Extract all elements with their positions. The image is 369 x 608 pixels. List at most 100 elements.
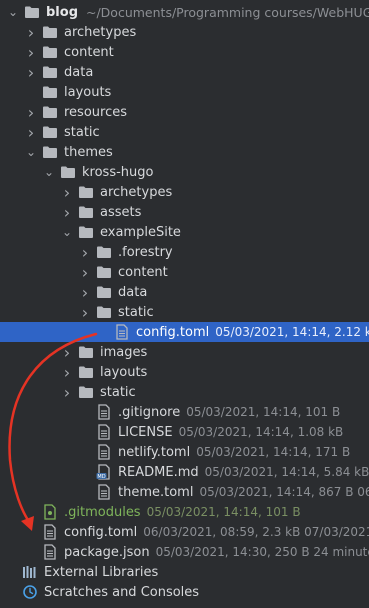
tree-folder-row[interactable]: › archetypes [0, 182, 369, 202]
tree-item-label: static [100, 384, 136, 400]
folder-icon [42, 124, 58, 140]
tree-file-row[interactable]: package.json 05/03/2021, 14:30, 250 B 24 … [0, 542, 369, 562]
tree-folder-row[interactable]: › data [0, 282, 369, 302]
tree-folder-row[interactable]: › content [0, 42, 369, 62]
git-file-icon [42, 504, 58, 520]
tree-file-row[interactable]: .gitmodules 05/03/2021, 14:14, 101 B [0, 502, 369, 522]
scratches-icon [22, 584, 38, 600]
tree-folder-row[interactable]: › images [0, 342, 369, 362]
folder-icon [78, 184, 94, 200]
tree-item-label: static [118, 304, 154, 320]
tree-file-row[interactable]: MD README.md 05/03/2021, 14:14, 5.84 kB 06… [0, 462, 369, 482]
project-tree: ⌄ blog ~/Documents/Programming courses/W… [0, 0, 369, 608]
folder-icon [42, 104, 58, 120]
tree-item-label: data [64, 64, 94, 80]
chevron-down-icon[interactable]: ⌄ [60, 225, 74, 239]
folder-icon [42, 144, 58, 160]
file-icon [96, 424, 112, 440]
tree-folder-row[interactable]: layouts [0, 82, 369, 102]
chevron-right-icon[interactable]: › [78, 263, 92, 282]
chevron-placeholder [24, 525, 38, 539]
chevron-right-icon[interactable]: › [24, 23, 38, 42]
tree-item-label: package.json [64, 544, 150, 560]
chevron-right-icon[interactable]: › [60, 203, 74, 222]
chevron-right-icon[interactable]: › [60, 383, 74, 402]
chevron-right-icon[interactable]: › [24, 43, 38, 62]
folder-icon [78, 384, 94, 400]
tree-item-label: netlify.toml [118, 444, 191, 460]
tree-folder-row[interactable]: › static [0, 302, 369, 322]
tree-file-row[interactable]: config.toml 05/03/2021, 14:14, 2.12 kB 06… [0, 322, 369, 342]
chevron-right-icon[interactable]: › [78, 283, 92, 302]
tree-file-row[interactable]: .gitignore 05/03/2021, 14:14, 101 B [0, 402, 369, 422]
tree-folder-row[interactable]: › archetypes [0, 22, 369, 42]
folder-icon [24, 4, 40, 20]
chevron-right-icon[interactable]: › [78, 303, 92, 322]
tree-item-label: themes [64, 144, 113, 160]
markdown-file-icon: MD [96, 464, 112, 480]
tree-item-label: content [118, 264, 168, 280]
file-icon [42, 544, 58, 560]
tree-item-label: static [64, 124, 100, 140]
chevron-right-icon[interactable]: › [78, 243, 92, 262]
tree-folder-row[interactable]: › layouts [0, 362, 369, 382]
chevron-right-icon[interactable]: › [60, 363, 74, 382]
tree-folder-row[interactable]: › assets [0, 202, 369, 222]
folder-icon [96, 284, 112, 300]
tree-folder-row[interactable]: › resources [0, 102, 369, 122]
tree-item-label: .gitignore [118, 404, 181, 420]
tree-item-label: layouts [100, 364, 148, 380]
folder-icon [78, 204, 94, 220]
tree-item-label: README.md [118, 464, 199, 480]
chevron-down-icon[interactable]: ⌄ [6, 5, 20, 19]
chevron-down-icon[interactable]: ⌄ [42, 165, 56, 179]
folder-icon [42, 24, 58, 40]
folder-icon [60, 164, 76, 180]
file-icon [96, 404, 112, 420]
chevron-placeholder [78, 445, 92, 459]
tree-item-meta: 06/03/2021, 08:59, 2.3 kB 07/03/2021, 08… [143, 525, 369, 539]
tree-item-label: Scratches and Consoles [44, 584, 200, 600]
tree-item-meta: 05/03/2021, 14:30, 250 B 24 minutes ago [155, 545, 369, 559]
tree-folder-row[interactable]: › content [0, 262, 369, 282]
tree-file-row[interactable]: config.toml 06/03/2021, 08:59, 2.3 kB 07/… [0, 522, 369, 542]
folder-icon [96, 244, 112, 260]
tree-item-meta: 05/03/2021, 14:14, 867 B 06/03/2021 [199, 485, 369, 499]
tree-folder-row[interactable]: › .forestry [0, 242, 369, 262]
tree-item-meta: 05/03/2021, 14:14, 101 B [186, 405, 341, 419]
tree-root-row[interactable]: ⌄ blog ~/Documents/Programming courses/W… [0, 2, 369, 22]
tree-item-label: exampleSite [100, 224, 181, 240]
chevron-right-icon[interactable]: › [24, 63, 38, 82]
chevron-right-icon[interactable]: › [24, 103, 38, 122]
chevron-placeholder [24, 85, 38, 99]
folder-icon [78, 224, 94, 240]
tree-file-row[interactable]: LICENSE 05/03/2021, 14:14, 1.08 kB [0, 422, 369, 442]
tree-folder-row[interactable]: ⌄ kross-hugo [0, 162, 369, 182]
tree-item-label: theme.toml [118, 484, 194, 500]
folder-icon [42, 44, 58, 60]
chevron-right-icon[interactable]: › [60, 183, 74, 202]
tree-item-label: images [100, 344, 148, 360]
tree-folder-row[interactable]: ⌄ exampleSite [0, 222, 369, 242]
tree-item-meta: 05/03/2021, 14:14, 5.84 kB 06/03/2021 [204, 465, 369, 479]
chevron-right-icon[interactable]: › [60, 343, 74, 362]
tree-item-label: archetypes [64, 24, 137, 40]
tree-folder-row[interactable]: › static [0, 122, 369, 142]
tree-file-row[interactable]: Scratches and Consoles [0, 582, 369, 602]
chevron-down-icon[interactable]: ⌄ [24, 145, 38, 159]
tree-item-label: .gitmodules [64, 504, 141, 520]
tree-folder-row[interactable]: › static [0, 382, 369, 402]
chevron-placeholder [78, 485, 92, 499]
tree-item-label: config.toml [136, 324, 210, 340]
chevron-right-icon[interactable]: › [24, 123, 38, 142]
chevron-placeholder [6, 565, 18, 579]
chevron-placeholder [6, 585, 18, 599]
tree-file-row[interactable]: netlify.toml 05/03/2021, 14:14, 171 B [0, 442, 369, 462]
tree-folder-row[interactable]: › data [0, 62, 369, 82]
tree-folder-row[interactable]: ⌄ themes [0, 142, 369, 162]
chevron-placeholder [78, 425, 92, 439]
tree-item-meta: 05/03/2021, 14:14, 1.08 kB [178, 425, 344, 439]
tree-item-label: LICENSE [118, 424, 173, 440]
tree-file-row[interactable]: theme.toml 05/03/2021, 14:14, 867 B 06/03… [0, 482, 369, 502]
tree-file-row[interactable]: External Libraries [0, 562, 369, 582]
